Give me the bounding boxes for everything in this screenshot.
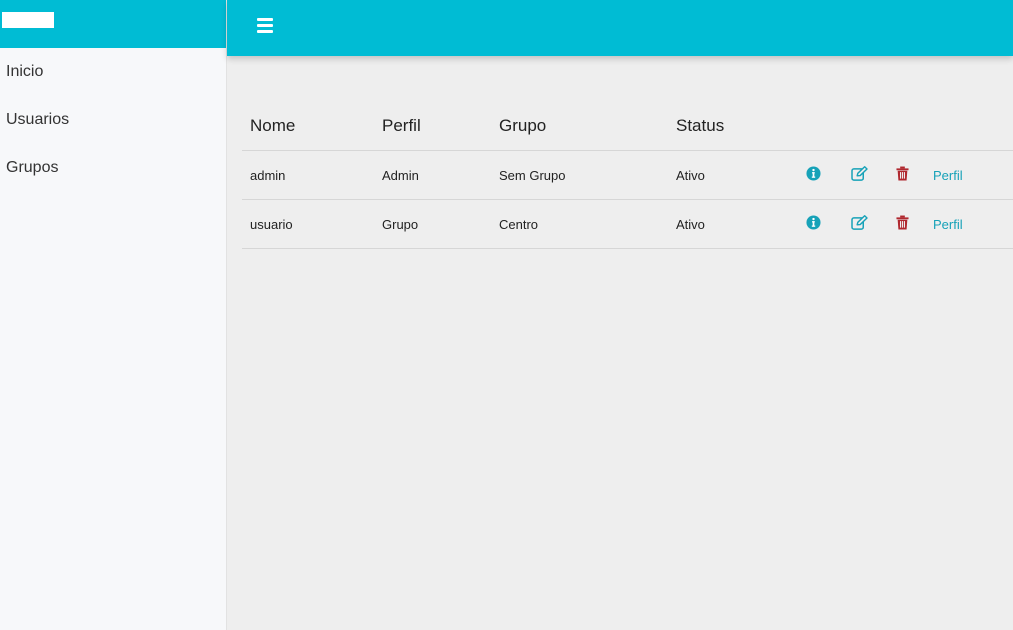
sidebar: Inicio Usuarios Grupos: [0, 0, 227, 630]
sidebar-item-inicio[interactable]: Inicio: [0, 48, 226, 96]
info-action-cell: [806, 150, 851, 200]
cell-grupo: Sem Grupo: [491, 150, 668, 200]
column-header-grupo: Grupo: [491, 102, 668, 151]
info-action-cell: [806, 199, 851, 249]
edit-icon[interactable]: [851, 215, 868, 233]
info-circle-icon[interactable]: [806, 215, 821, 233]
table-row: usuario Grupo Centro Ativo Perfil: [242, 199, 1013, 249]
info-circle-icon[interactable]: [806, 166, 821, 184]
edit-action-cell: [851, 150, 896, 200]
delete-action-cell: [896, 150, 933, 200]
sidebar-item-usuarios[interactable]: Usuarios: [0, 96, 226, 144]
users-table: Nome Perfil Grupo Status admin Admin Sem…: [242, 102, 1013, 249]
table-row: admin Admin Sem Grupo Ativo Perfil: [242, 150, 1013, 200]
delete-action-cell: [896, 199, 933, 249]
column-header-blank: [933, 102, 1013, 151]
cell-grupo: Centro: [491, 199, 668, 249]
cell-nome: usuario: [242, 199, 374, 249]
trash-icon[interactable]: [896, 166, 909, 184]
cell-perfil: Grupo: [374, 199, 491, 249]
hamburger-menu-icon[interactable]: [257, 18, 273, 34]
cell-perfil: Admin: [374, 150, 491, 200]
cell-status: Ativo: [668, 199, 806, 249]
cell-nome: admin: [242, 150, 374, 200]
column-header-blank: [896, 102, 933, 151]
column-header-nome: Nome: [242, 102, 374, 151]
table-header-row: Nome Perfil Grupo Status: [242, 102, 1013, 151]
main-content: Nome Perfil Grupo Status admin Admin Sem…: [242, 102, 1013, 249]
perfil-link[interactable]: Perfil: [933, 217, 963, 232]
perfil-link-cell: Perfil: [933, 199, 1013, 249]
perfil-link[interactable]: Perfil: [933, 168, 963, 183]
edit-icon[interactable]: [851, 166, 868, 184]
sidebar-header: [0, 0, 226, 48]
column-header-perfil: Perfil: [374, 102, 491, 151]
trash-icon[interactable]: [896, 215, 909, 233]
column-header-status: Status: [668, 102, 806, 151]
column-header-blank: [851, 102, 896, 151]
top-bar: [227, 0, 1013, 56]
column-header-blank: [806, 102, 851, 151]
sidebar-item-grupos[interactable]: Grupos: [0, 144, 226, 192]
edit-action-cell: [851, 199, 896, 249]
cell-status: Ativo: [668, 150, 806, 200]
logo: [2, 12, 54, 28]
perfil-link-cell: Perfil: [933, 150, 1013, 200]
